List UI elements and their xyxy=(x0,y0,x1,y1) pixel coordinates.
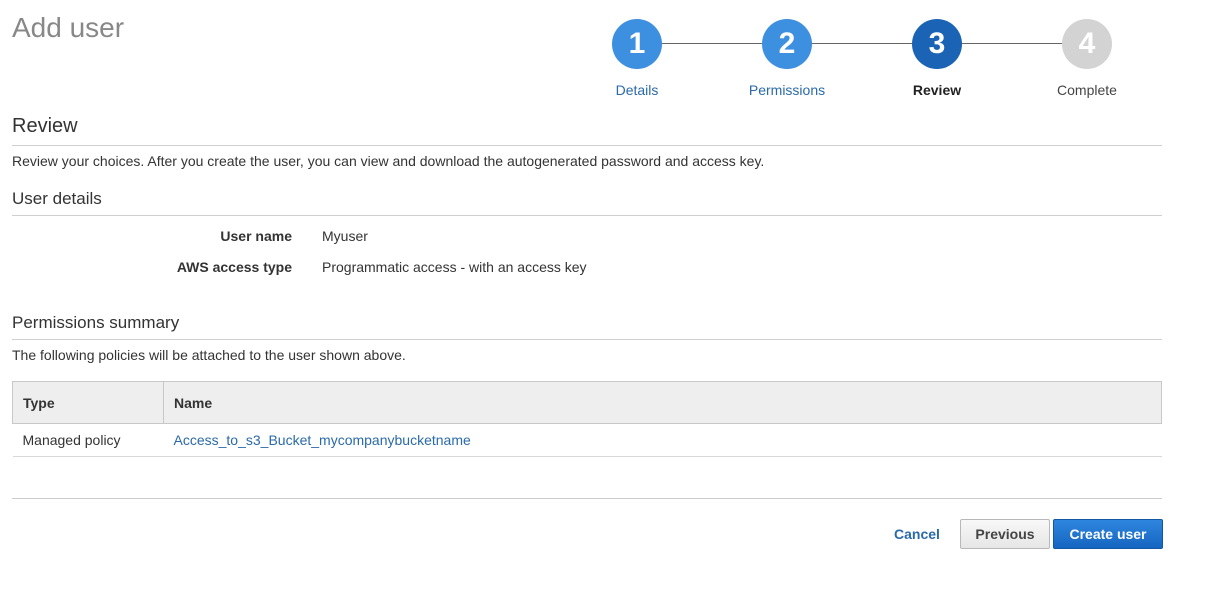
step-complete: 4 Complete xyxy=(1037,19,1137,98)
step-permissions[interactable]: 2 Permissions xyxy=(737,19,837,98)
stepper-connector-line xyxy=(637,43,1087,44)
permissions-summary-heading: Permissions summary xyxy=(12,313,180,332)
policy-link[interactable]: Access_to_s3_Bucket_mycompanybucketname xyxy=(174,432,471,448)
step-number-badge: 3 xyxy=(912,19,962,69)
divider xyxy=(12,215,1162,216)
create-user-button[interactable]: Create user xyxy=(1053,519,1163,549)
step-number-badge: 4 xyxy=(1062,19,1112,69)
cancel-button[interactable]: Cancel xyxy=(882,519,952,549)
review-description: Review your choices. After you create th… xyxy=(12,153,765,169)
step-number-badge: 1 xyxy=(612,19,662,69)
detail-value: Programmatic access - with an access key xyxy=(322,259,587,275)
divider xyxy=(12,145,1162,146)
footer-divider xyxy=(12,498,1162,499)
permissions-table: Type Name Managed policy Access_to_s3_Bu… xyxy=(12,381,1162,457)
policy-type-cell: Managed policy xyxy=(12,423,164,457)
wizard-stepper: 1 Details 2 Permissions 3 Review 4 Compl… xyxy=(587,19,1162,104)
column-header-name[interactable]: Name xyxy=(163,381,1162,424)
detail-row-access-type: AWS access type Programmatic access - wi… xyxy=(12,259,1162,279)
permissions-description: The following policies will be attached … xyxy=(12,347,406,363)
step-label: Details xyxy=(615,82,659,98)
step-label: Review xyxy=(912,82,962,98)
review-heading: Review xyxy=(12,115,78,137)
divider xyxy=(12,339,1162,340)
page-title: Add user xyxy=(12,12,125,43)
user-details-heading: User details xyxy=(12,189,102,208)
step-label: Permissions xyxy=(748,82,826,98)
step-review: 3 Review xyxy=(887,19,987,98)
detail-label: User name xyxy=(220,228,292,244)
detail-value: Myuser xyxy=(322,228,368,244)
table-header-row: Type Name xyxy=(12,381,1162,424)
detail-label: AWS access type xyxy=(176,259,292,275)
policy-name-cell: Access_to_s3_Bucket_mycompanybucketname xyxy=(163,423,1162,457)
detail-row-user-name: User name Myuser xyxy=(12,228,1162,248)
step-details[interactable]: 1 Details xyxy=(587,19,687,98)
step-number-badge: 2 xyxy=(762,19,812,69)
column-header-type[interactable]: Type xyxy=(12,381,164,424)
previous-button[interactable]: Previous xyxy=(960,519,1050,549)
table-row: Managed policy Access_to_s3_Bucket_mycom… xyxy=(12,423,1162,457)
step-label: Complete xyxy=(1057,82,1117,98)
